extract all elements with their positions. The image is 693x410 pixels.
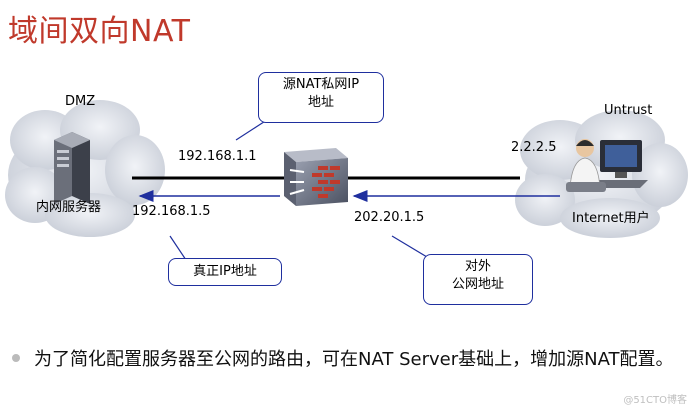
callout-pointer-real-ip [169, 235, 187, 261]
user-pc-icon [566, 139, 648, 192]
callout-real-ip: 真正IP地址 [168, 258, 282, 286]
zone-label-untrust: Untrust [604, 103, 653, 118]
callout-real-ip-text: 真正IP地址 [193, 264, 257, 279]
callout-external-line1: 对外 [464, 259, 491, 274]
callout-src-nat-line2: 地址 [307, 95, 334, 110]
server-icon [54, 132, 90, 204]
callout-src-nat: 源NAT私网IP 地址 [258, 72, 384, 123]
callout-external: 对外 公网地址 [423, 254, 533, 305]
callout-external-line2: 公网地址 [451, 277, 504, 292]
server-label: 内网服务器 [36, 200, 102, 215]
ip-fw-public: 202.20.1.5 [354, 210, 425, 225]
user-label: Internet用户 [572, 211, 650, 226]
ip-fw-private: 192.168.1.1 [178, 149, 257, 164]
firewall-icon [284, 148, 348, 206]
watermark: @51CTO博客 [623, 395, 687, 406]
ip-user: 2.2.2.5 [511, 140, 557, 155]
bullet-text: 为了简化配置服务器至公网的路由，可在NAT Server基础上，增加源NAT配置… [34, 349, 674, 370]
callout-src-nat-line1: 源NAT私网IP [282, 77, 360, 92]
ip-server-real: 192.168.1.5 [132, 204, 211, 219]
zone-label-dmz: DMZ [65, 94, 96, 109]
bullet-dot [12, 354, 20, 362]
